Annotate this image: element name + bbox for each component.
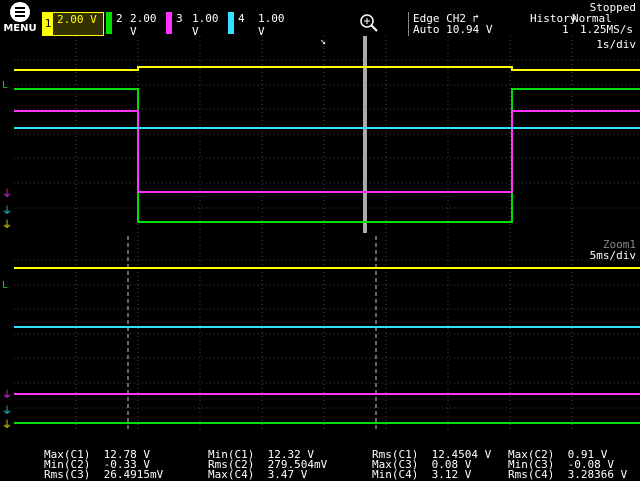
channel-1-volts: 2.00 V bbox=[57, 13, 97, 26]
channel-2-volts: 2.00 V bbox=[130, 12, 157, 38]
measurements-panel: Max(C1) 12.78 V Min(C2) -0.33 V Rms(C3) … bbox=[0, 448, 640, 481]
zoom-ground-marker-ch3: ⏚ bbox=[2, 390, 12, 401]
trigger-level-marker: L bbox=[2, 80, 9, 91]
channel-1-number: 1 bbox=[43, 13, 53, 35]
measurement: Rms(C4) 3.28366 V bbox=[508, 468, 628, 481]
trigger-position-icon: ↘ bbox=[320, 36, 327, 47]
channel-2-indicator[interactable]: 2 2.00 V bbox=[106, 12, 164, 38]
measurement: Rms(C3) 26.4915mV bbox=[44, 468, 164, 481]
channel-3-number: 3 bbox=[176, 12, 183, 25]
zoom-trigger-level-marker: L bbox=[2, 280, 9, 291]
measurement: Min(C4) 3.12 V bbox=[372, 468, 472, 481]
channel-4-indicator[interactable]: 4 1.00 V bbox=[228, 12, 286, 38]
channel-4-number: 4 bbox=[238, 12, 245, 25]
history-value: 1 bbox=[562, 23, 569, 36]
channel-4-volts: 1.00 V bbox=[258, 12, 285, 38]
zoom-ground-marker-ch1: ⏚ bbox=[2, 420, 12, 431]
main-timebase: 1s/div bbox=[596, 38, 636, 51]
channel-1-indicator[interactable]: 1 2.00 V bbox=[42, 12, 104, 36]
channel-3-indicator[interactable]: 3 1.00 V bbox=[166, 12, 224, 38]
history-panel[interactable]: History 1 bbox=[528, 12, 576, 36]
zoom-ground-marker-ch4: ⏚ bbox=[2, 406, 12, 417]
sample-rate: 1.25MS/s bbox=[580, 23, 633, 36]
main-waveform-plot[interactable]: 1s/div ↘ bbox=[14, 36, 640, 233]
menu-button[interactable]: MENU bbox=[2, 2, 38, 36]
top-bar: MENU 1 2.00 V 2 2.00 V 3 1.00 V 4 1.00 V… bbox=[0, 0, 640, 38]
zoom-waveform-plot[interactable]: Zoom1 5ms/div bbox=[14, 236, 640, 432]
ground-marker-ch4: ⏚ bbox=[2, 206, 12, 217]
channel-3-volts: 1.00 V bbox=[192, 12, 219, 38]
main-waveform-svg bbox=[14, 36, 640, 233]
channel-2-number: 2 bbox=[116, 12, 123, 25]
menu-label: MENU bbox=[3, 23, 37, 34]
ground-marker-ch3: ⏚ bbox=[2, 189, 12, 200]
trigger-level: Auto 10.94 V bbox=[413, 23, 493, 36]
ground-marker-ch1: ⏚ bbox=[2, 220, 12, 231]
measurement: Max(C4) 3.47 V bbox=[208, 468, 308, 481]
zoom-grid bbox=[14, 236, 640, 432]
ch3-trace bbox=[14, 110, 640, 193]
zoom-window-marker bbox=[363, 36, 367, 233]
zoom-timebase: 5ms/div bbox=[589, 249, 636, 262]
main-grid bbox=[14, 36, 640, 233]
ch1-trace bbox=[14, 66, 640, 71]
zoom-icon[interactable] bbox=[358, 12, 380, 34]
trigger-panel[interactable]: Edge CH2 ↱ Auto 10.94 V bbox=[408, 12, 523, 36]
run-status: Stopped bbox=[589, 1, 636, 14]
hamburger-icon bbox=[10, 2, 30, 22]
acquisition-panel[interactable]: Normal 1.25MS/s bbox=[570, 12, 638, 36]
zoom-waveform-svg bbox=[14, 236, 640, 432]
